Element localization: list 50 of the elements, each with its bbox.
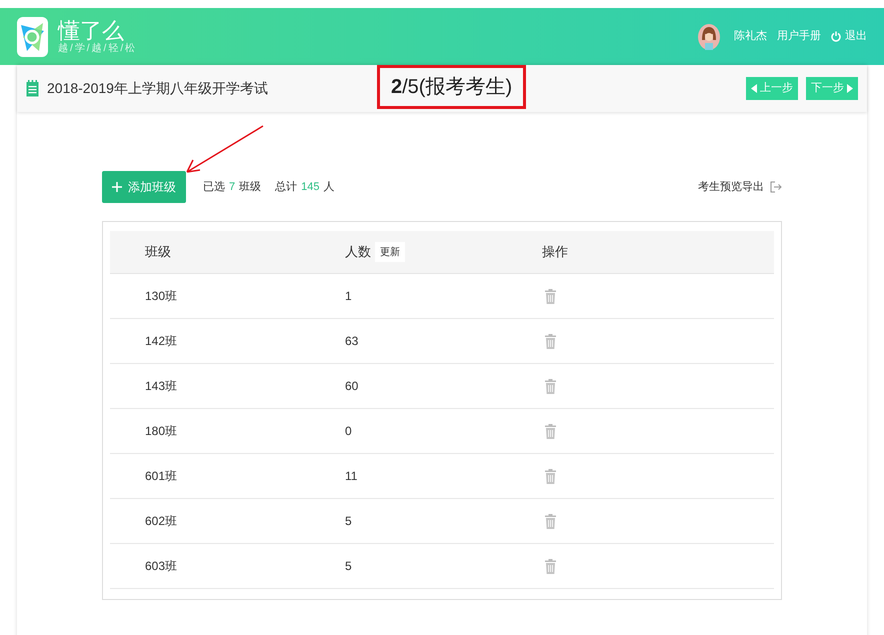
total-count: 145 [301, 180, 320, 195]
export-preview-link[interactable]: 考生预览导出 [698, 178, 764, 196]
selected-label: 已选 [203, 180, 225, 195]
count-cell-text: 60 [345, 378, 360, 395]
trash-icon[interactable] [545, 288, 556, 304]
trash-icon[interactable] [545, 468, 556, 484]
column-header: 操作 [542, 243, 568, 262]
class-cell-text: 180班 [145, 423, 178, 440]
class-cell-text: 142班 [145, 333, 178, 350]
logo-title: 懂了么 [58, 18, 125, 42]
total-unit: 人 [323, 180, 334, 195]
plus-icon [112, 182, 122, 192]
total-label: 总计 [275, 180, 298, 195]
avatar-icon [698, 24, 720, 50]
caret-icon [751, 84, 757, 93]
selected-unit: 班级 [239, 180, 262, 195]
class-cell-text: 130班 [145, 288, 178, 305]
export-icon[interactable] [770, 181, 782, 193]
trash-icon[interactable] [545, 424, 556, 438]
trash-icon[interactable] [545, 334, 556, 348]
logo-icon [17, 16, 48, 56]
count-cell-text: 5 [345, 513, 353, 530]
step-indicator: 2/5(报考考生) [377, 65, 526, 109]
count-cell-text: 11 [345, 468, 358, 485]
logout-link[interactable]: 退出 [845, 28, 867, 45]
trash-icon[interactable] [545, 378, 556, 394]
trash-icon[interactable] [545, 514, 556, 528]
notepad-icon [26, 80, 39, 97]
previous-step-button[interactable]: 上一步 [746, 77, 798, 100]
trash-icon[interactable] [545, 558, 556, 574]
column-header: 人数 [345, 243, 371, 262]
count-cell-text: 5 [345, 558, 353, 575]
class-cell-text: 602班 [145, 513, 178, 530]
column-header: 班级 [145, 243, 172, 262]
count-cell-text: 1 [345, 288, 353, 305]
next-step-button[interactable]: 下一步 [806, 77, 858, 100]
refresh-button[interactable]: 更新 [375, 242, 405, 262]
user-manual-link[interactable]: 用户手册 [777, 28, 821, 45]
power-icon[interactable] [831, 31, 841, 42]
caret-icon [847, 84, 853, 93]
class-cell-text: 601班 [145, 468, 178, 485]
count-cell-text: 0 [345, 423, 353, 440]
selected-count: 7 [229, 180, 236, 195]
user-name[interactable]: 陈礼杰 [734, 28, 767, 45]
add-class-button[interactable]: 添加班级 [102, 171, 186, 203]
class-cell-text: 143班 [145, 378, 178, 395]
count-cell-text: 63 [345, 333, 360, 350]
logo-slogan: 越/学/越/轻/松 [58, 42, 138, 54]
exam-title: 2018-2019年上学期八年级开学考试 [47, 79, 268, 98]
class-cell-text: 603班 [145, 558, 178, 575]
